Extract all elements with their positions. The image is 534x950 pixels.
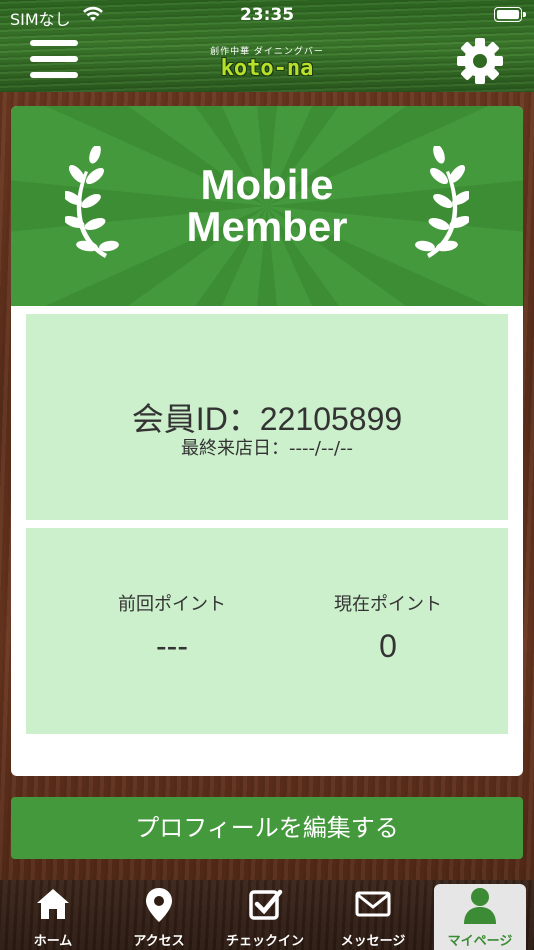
- previous-points-value: ---: [156, 628, 188, 664]
- previous-points: 前回ポイント ---: [72, 590, 272, 665]
- map-pin-icon: [146, 888, 172, 922]
- current-points-label: 現在ポイント: [334, 594, 442, 615]
- banner-title-line1: Mobile: [200, 161, 334, 208]
- banner-title: Mobile Member: [11, 164, 523, 248]
- app-header: SIMなし 23:35 創作中華 ダイニングバー koto-na: [0, 0, 534, 92]
- battery-icon: [494, 7, 526, 22]
- current-points: 現在ポイント 0: [288, 590, 488, 665]
- tab-message[interactable]: メッセージ: [320, 880, 426, 950]
- envelope-icon: [355, 891, 391, 917]
- tab-checkin-label: チェックイン: [225, 934, 304, 949]
- tab-access-label: アクセス: [133, 934, 185, 949]
- status-clock: 23:35: [239, 5, 295, 25]
- edit-profile-button[interactable]: プロフィールを編集する: [11, 797, 523, 859]
- logo-wordmark: koto-na: [220, 56, 314, 81]
- points-panel: 前回ポイント --- 現在ポイント 0: [26, 528, 508, 734]
- checkbox-icon: [249, 889, 283, 920]
- member-id-panel: 会員ID：22105899 最終来店日：----/--/--: [26, 314, 508, 520]
- tab-mypage[interactable]: マイページ: [434, 884, 526, 950]
- tab-message-label: メッセージ: [340, 934, 406, 949]
- tab-bar: ホーム アクセス チェックイン メッセージ マイページ: [0, 880, 534, 950]
- tab-access[interactable]: アクセス: [106, 880, 212, 950]
- member-card: Mobile Member 会員ID：22105899 最終来店日：----/-…: [11, 106, 523, 776]
- tab-checkin[interactable]: チェックイン: [212, 880, 318, 950]
- hamburger-menu-icon[interactable]: [30, 40, 78, 80]
- tab-mypage-label: マイページ: [447, 934, 513, 949]
- user-icon: [464, 888, 496, 924]
- gear-icon[interactable]: [455, 36, 505, 86]
- tab-home[interactable]: ホーム: [0, 880, 106, 950]
- member-banner: Mobile Member: [11, 106, 523, 306]
- koto-na-logo: 創作中華 ダイニングバー koto-na: [200, 44, 334, 84]
- current-points-value: 0: [379, 628, 397, 664]
- banner-title-line2: Member: [186, 203, 348, 250]
- last-visit-date: 最終来店日：----/--/--: [180, 438, 354, 459]
- previous-points-label: 前回ポイント: [118, 594, 226, 615]
- tab-home-label: ホーム: [33, 934, 73, 949]
- status-bar: SIMなし 23:35: [0, 0, 534, 30]
- home-icon: [37, 889, 69, 919]
